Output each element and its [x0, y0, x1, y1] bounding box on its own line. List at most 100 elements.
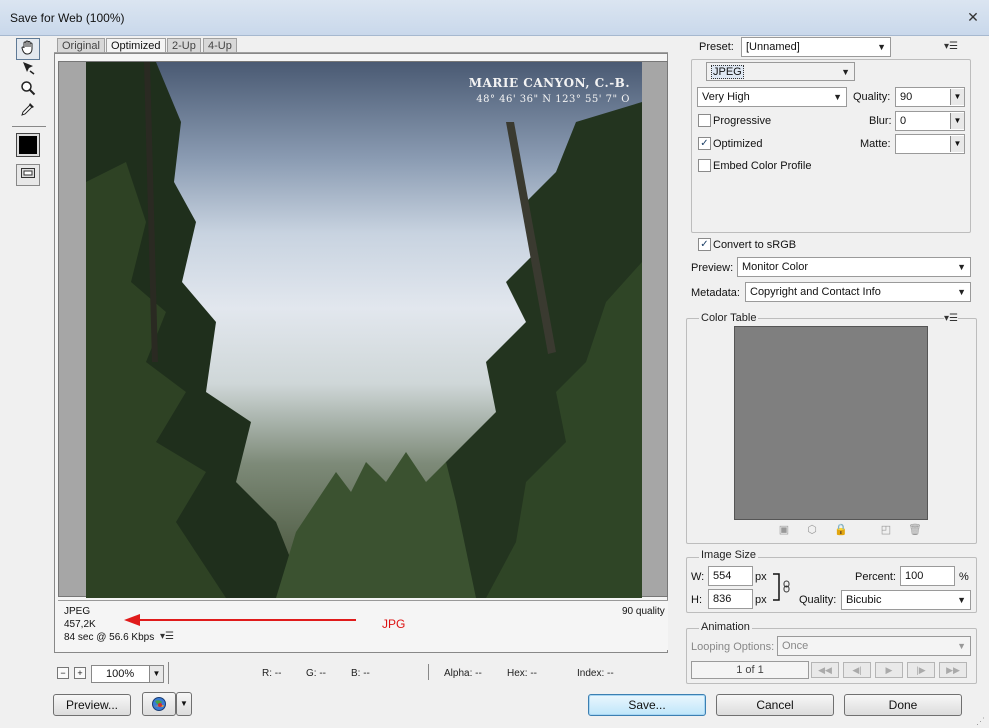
color-table-menu-icon[interactable]: ▾☰	[944, 313, 958, 324]
green-readout: G: --	[306, 668, 326, 679]
preset-label: Preset:	[699, 41, 734, 53]
chevron-down-icon[interactable]: ▼	[950, 113, 964, 129]
height-label: H:	[691, 594, 702, 606]
color-table-swatches[interactable]	[734, 326, 928, 520]
slice-select-tool-button[interactable]	[16, 58, 40, 80]
tab-4-up[interactable]: 4-Up	[203, 38, 237, 53]
done-button[interactable]: Done	[844, 694, 962, 716]
delete-color-icon[interactable]: 🗑	[908, 524, 922, 536]
cancel-button[interactable]: Cancel	[716, 694, 834, 716]
browser-menu-button[interactable]: ▼	[176, 692, 192, 716]
annotation-label: JPG	[382, 617, 406, 631]
width-input[interactable]: 554	[708, 566, 753, 586]
chevron-down-icon: ▼	[833, 92, 842, 102]
download-rate-menu-icon[interactable]: ▾☰	[160, 631, 174, 642]
tab-2-up[interactable]: 2-Up	[167, 38, 201, 53]
new-color-icon[interactable]: ◰	[880, 524, 892, 536]
zoom-tool-button[interactable]	[16, 79, 40, 101]
eyedropper-color-swatch[interactable]	[16, 133, 40, 157]
metadata-label: Metadata:	[691, 287, 740, 299]
chevron-down-icon: ▼	[957, 595, 966, 605]
zoom-in-button[interactable]: +	[74, 667, 86, 679]
info-download-time: 84 sec @ 56.6 Kbps	[64, 632, 155, 643]
embed-color-profile-label: Embed Color Profile	[713, 160, 812, 172]
optimize-menu-icon[interactable]: ▾☰	[944, 41, 958, 52]
optimized-label: Optimized	[713, 138, 763, 150]
close-icon[interactable]: ✕	[963, 8, 983, 26]
percent-unit: %	[959, 571, 969, 583]
width-unit: px	[755, 571, 767, 583]
height-unit: px	[755, 594, 767, 606]
eyedropper-icon	[21, 103, 34, 116]
tab-optimized[interactable]: Optimized	[106, 38, 166, 53]
zoom-level-select[interactable]: 100% ▼	[91, 665, 164, 683]
height-input[interactable]: 836	[708, 589, 753, 609]
status-divider	[428, 664, 429, 680]
chevron-down-icon[interactable]: ▼	[149, 666, 163, 682]
height-value: 836	[713, 593, 732, 605]
chevron-down-icon: ▼	[957, 262, 966, 272]
percent-label: Percent:	[855, 571, 896, 583]
first-frame-button[interactable]: ◀◀	[811, 662, 839, 678]
chevron-down-icon: ▼	[841, 67, 850, 77]
play-icon: ▶	[885, 665, 893, 675]
blue-readout: B: --	[351, 668, 370, 679]
format-value: JPEG	[711, 65, 744, 79]
embed-color-profile-checkbox[interactable]	[698, 159, 711, 172]
previous-frame-icon: ◀|	[852, 665, 862, 675]
blur-field[interactable]: 0 ▼	[895, 111, 965, 131]
format-select[interactable]: JPEG ▼	[706, 62, 855, 81]
eyedropper-tool-button[interactable]	[16, 100, 40, 122]
preset-select[interactable]: [Unnamed] ▼	[741, 37, 891, 57]
toggle-slices-button[interactable]	[16, 164, 40, 186]
next-frame-button[interactable]: |▶	[907, 662, 935, 678]
alpha-readout: Alpha: --	[444, 668, 482, 679]
tab-original[interactable]: Original	[57, 38, 105, 53]
chevron-down-icon[interactable]: ▼	[950, 89, 964, 105]
browser-preview-button[interactable]	[142, 692, 176, 716]
metadata-select[interactable]: Copyright and Contact Info ▼	[745, 282, 971, 302]
quality-value: 90	[900, 91, 913, 103]
last-frame-button[interactable]: ▶▶	[939, 662, 967, 678]
save-button[interactable]: Save...	[588, 694, 706, 716]
hand-tool-button[interactable]	[16, 38, 40, 60]
play-button[interactable]: ▶	[875, 662, 903, 678]
zoom-out-button[interactable]: −	[57, 667, 69, 679]
convert-srgb-label: Convert to sRGB	[713, 239, 797, 251]
slice-select-icon	[23, 62, 35, 75]
percent-input[interactable]: 100	[900, 566, 955, 586]
quality-field[interactable]: 90 ▼	[895, 87, 965, 107]
compression-select[interactable]: Very High ▼	[697, 87, 847, 107]
lock-color-icon[interactable]: 🔒	[834, 524, 848, 536]
percent-value: 100	[905, 570, 924, 582]
browser-globe-icon	[152, 697, 166, 711]
zoom-icon	[21, 81, 36, 96]
progressive-checkbox[interactable]	[698, 114, 711, 127]
blur-value: 0	[900, 115, 907, 127]
hand-icon	[21, 40, 33, 55]
preview-mode-select[interactable]: Monitor Color ▼	[737, 257, 971, 277]
convert-srgb-checkbox[interactable]: ✓	[698, 238, 711, 251]
constrain-proportions-icon[interactable]	[771, 572, 793, 602]
chevron-down-icon[interactable]: ▼	[950, 136, 964, 152]
optimized-image-preview[interactable]: MARIE CANYON, C.-B. 48° 46' 36" N 123° 5…	[86, 62, 642, 598]
hex-readout: Hex: --	[507, 668, 537, 679]
chevron-down-icon: ▼	[957, 287, 966, 297]
chevron-down-icon: ▼	[957, 641, 966, 651]
web-shift-icon[interactable]: ⬡	[806, 524, 818, 536]
matte-select[interactable]: ▼	[895, 134, 965, 154]
forest-photo	[86, 62, 642, 598]
looping-options-select[interactable]: Once ▼	[777, 636, 971, 656]
preview-mode-value: Monitor Color	[742, 261, 809, 273]
optimized-checkbox[interactable]: ✓	[698, 137, 711, 150]
resample-quality-select[interactable]: Bicubic ▼	[841, 590, 971, 610]
preview-button[interactable]: Preview...	[53, 694, 131, 716]
red-readout: R: --	[262, 668, 282, 679]
matte-label: Matte:	[860, 138, 891, 150]
frame-counter: 1 of 1	[691, 661, 809, 679]
previous-frame-button[interactable]: ◀|	[843, 662, 871, 678]
chevron-down-icon: ▼	[877, 42, 886, 52]
compression-value: Very High	[702, 91, 750, 103]
resize-grip-icon[interactable]: ⋰	[976, 716, 985, 727]
map-to-transparent-icon[interactable]: ▣	[778, 524, 790, 536]
